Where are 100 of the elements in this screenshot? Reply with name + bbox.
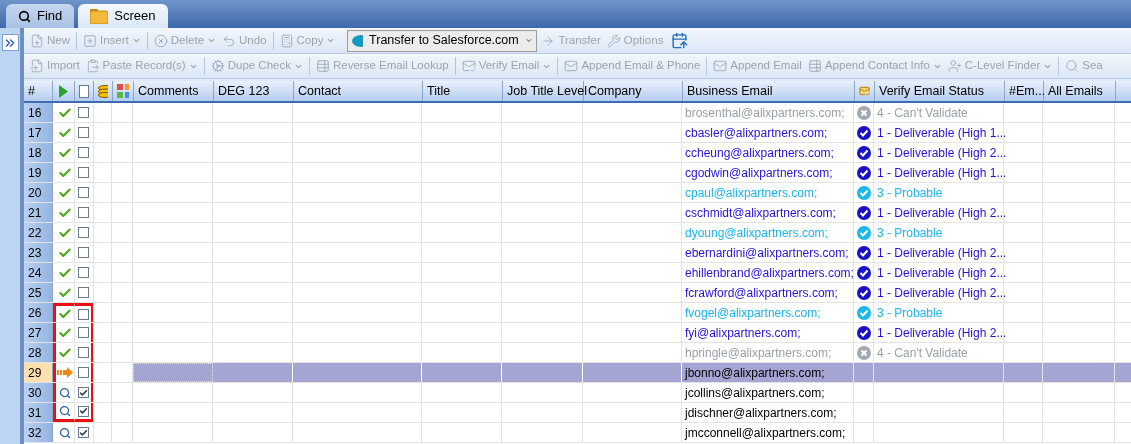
tab[interactable]: Screen <box>78 4 168 28</box>
email-cell-text: cbasler@alixpartners.com; <box>685 124 828 142</box>
email-cell-text: jdischner@alixpartners.com; <box>685 404 837 422</box>
toolbar-icon <box>30 33 44 48</box>
select-all-checkbox[interactable] <box>79 84 89 98</box>
table-row[interactable]: 31 jdischner@alixpartners.com; <box>24 403 1131 423</box>
expand-panel-button[interactable] <box>1 34 19 51</box>
email-cell-text: cschmidt@alixpartners.com; <box>685 204 836 222</box>
verify-status-cell-text: 1 - Deliverable (High 2... <box>877 204 1007 222</box>
row-checkbox[interactable] <box>77 147 89 158</box>
tab[interactable]: Find <box>6 4 75 28</box>
email-cell-text: fyi@alixpartners.com; <box>685 324 801 342</box>
row-number: 26 <box>24 303 53 322</box>
email-cell-text: cpaul@alixpartners.com; <box>685 184 818 202</box>
row-checkbox[interactable] <box>77 347 89 358</box>
toolbar-icon <box>279 33 294 48</box>
tick-icon <box>78 427 88 438</box>
toolbar-icon <box>713 59 728 73</box>
tick-icon <box>78 406 88 416</box>
verify-status-cell-text: 1 - Deliverable (High 2... <box>877 144 1007 162</box>
row-checkbox[interactable] <box>77 127 89 138</box>
column-header[interactable]: Verify Email Status <box>875 81 1005 101</box>
row-checkbox[interactable] <box>77 287 89 298</box>
row-checkbox[interactable] <box>77 427 89 438</box>
email-cell-text: fcrawford@alixpartners.com; <box>685 284 838 302</box>
email-cell-text: dyoung@alixpartners.com; <box>685 224 828 242</box>
table-row[interactable]: 28 hpringle@alixpartners.com; 4 - Can't Validate <box>24 343 1131 363</box>
tick-icon <box>78 387 88 398</box>
column-header[interactable]: Title <box>423 81 503 101</box>
column-header[interactable]: # <box>24 81 53 101</box>
table-row[interactable]: 32 jmcconnell@alixpartners.com; <box>24 423 1131 443</box>
row-checkbox[interactable] <box>77 107 89 118</box>
row-checkbox[interactable] <box>77 308 89 320</box>
verify-status-cell-text: 1 - Deliverable (High 2... <box>877 284 1007 302</box>
row-checkbox[interactable] <box>77 227 89 238</box>
verify-status-cell-text: 3 - Probable <box>877 304 943 322</box>
toolbar-icon <box>606 33 621 48</box>
table-row[interactable]: 24 ehillenbrand@alixpartners.com; 1 - Deliverable (High 2... <box>24 263 1131 283</box>
table-cell <box>112 363 133 382</box>
verify-status-cell-text: 1 - Deliverable (High 2... <box>877 244 1007 262</box>
row-number: 27 <box>24 323 53 342</box>
row-checkbox[interactable] <box>77 167 89 178</box>
verify-status-cell-text: 4 - Can't Validate <box>877 344 968 362</box>
row-number: 17 <box>24 123 53 142</box>
row-number: 23 <box>24 243 53 262</box>
verify-status-cell-text: 3 - Probable <box>877 184 943 202</box>
column-header[interactable]: Comments <box>134 81 214 101</box>
email-cell-text: cgodwin@alixpartners.com; <box>685 164 833 182</box>
table-row[interactable]: 30 jcollins@alixpartners.com; <box>24 383 1131 403</box>
row-checkbox[interactable] <box>77 367 89 378</box>
table-row[interactable]: 29 jbonno@alixpartners.com; <box>24 363 1131 383</box>
email-cell-text: jmcconnell@alixpartners.com; <box>685 424 846 442</box>
table-row[interactable]: 22 dyoung@alixpartners.com; 3 - Probable <box>24 223 1131 243</box>
table-row[interactable]: 23 ebernardini@alixpartners.com; 1 - Deliverable (High 2... <box>24 243 1131 263</box>
row-number: 25 <box>24 283 53 302</box>
email-cell-text: fvogel@alixpartners.com; <box>685 304 821 322</box>
row-checkbox[interactable] <box>77 207 89 218</box>
column-header[interactable]: DEG 123 <box>214 81 294 101</box>
table-row[interactable]: 21 cschmidt@alixpartners.com; 1 - Deliverable (High 2... <box>24 203 1131 223</box>
toolbar-icon <box>564 59 579 73</box>
toolbar-icon <box>85 59 100 73</box>
table-row[interactable]: 16 brosenthal@alixpartners.com; 4 - Can't Validate <box>24 103 1131 123</box>
row-checkbox[interactable] <box>77 187 89 198</box>
toolbar-icon <box>30 59 44 73</box>
row-checkbox[interactable] <box>77 405 89 417</box>
row-number: 28 <box>24 343 53 362</box>
toolbar-icon <box>153 33 168 48</box>
row-checkbox[interactable] <box>77 267 89 278</box>
row-number: 16 <box>24 103 53 122</box>
column-header[interactable]: Contact <box>294 81 423 101</box>
color-grid-icon <box>117 84 129 98</box>
calendar-upload-icon[interactable] <box>671 32 689 49</box>
toolbar-icon <box>316 59 330 73</box>
caret-icon <box>326 36 336 45</box>
table-row[interactable]: 25 fcrawford@alixpartners.com; 1 - Deliverable (High 2... <box>24 283 1131 303</box>
column-header[interactable]: Company <box>584 81 683 101</box>
coins-icon <box>98 84 108 98</box>
transfer-select[interactable]: Transfer to Salesforce.com <box>347 29 538 52</box>
table-row[interactable]: 20 cpaul@alixpartners.com; 3 - Probable <box>24 183 1131 203</box>
email-cell-text: jcollins@alixpartners.com; <box>685 384 825 402</box>
row-number: 22 <box>24 223 53 242</box>
row-checkbox[interactable] <box>77 387 89 398</box>
row-number: 21 <box>24 203 53 222</box>
toolbar-icon <box>947 59 962 73</box>
table-row[interactable]: 18 ccheung@alixpartners.com; 1 - Deliverable (High 2... <box>24 143 1131 163</box>
column-header[interactable]: All Emails <box>1044 81 1116 101</box>
table-row[interactable]: 27 fyi@alixpartners.com; 1 - Deliverable (High 2... <box>24 323 1131 343</box>
table-row[interactable]: 19 cgodwin@alixpartners.com; 1 - Deliverable (High 1... <box>24 163 1131 183</box>
row-number: 31 <box>24 403 53 422</box>
row-checkbox[interactable] <box>77 247 89 258</box>
column-header[interactable]: Business Email <box>683 81 855 101</box>
email-cell-text: hpringle@alixpartners.com; <box>685 344 832 362</box>
column-header[interactable]: #Em... <box>1005 81 1044 101</box>
table-row[interactable]: 17 cbasler@alixpartners.com; 1 - Deliverable (High 1... <box>24 123 1131 143</box>
verify-status-cell-text: 4 - Can't Validate <box>877 104 968 122</box>
toolbar-icon <box>1065 59 1080 73</box>
email-cell-text: jbonno@alixpartners.com; <box>685 364 825 382</box>
row-checkbox[interactable] <box>77 327 89 338</box>
folder-icon <box>90 8 109 24</box>
table-row[interactable]: 26 fvogel@alixpartners.com; 3 - Probable <box>24 303 1131 323</box>
